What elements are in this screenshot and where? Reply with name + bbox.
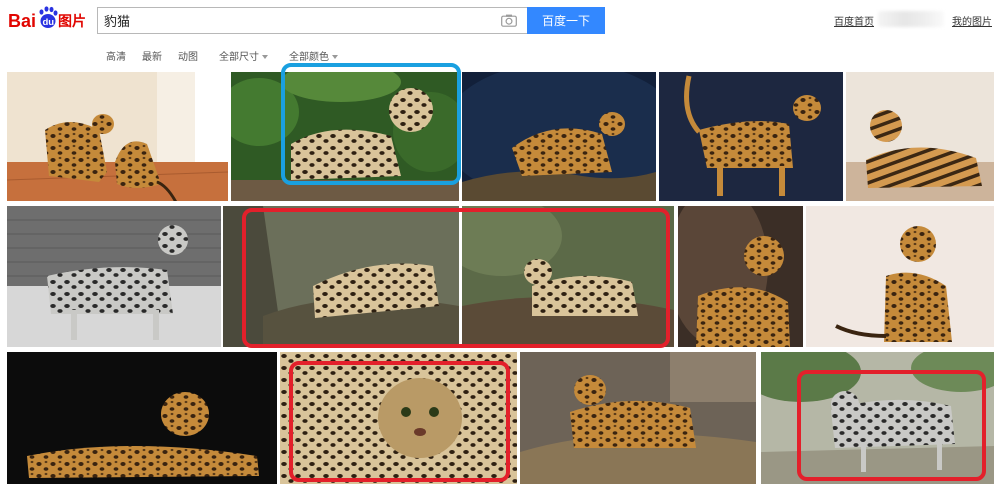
my-images-link[interactable]: 我的图片 [952, 13, 992, 28]
filter-label: 全部尺寸 [219, 52, 259, 63]
filter-color-dropdown[interactable]: 全部颜色 [289, 48, 338, 63]
search-input[interactable] [98, 8, 498, 33]
result-image-11[interactable] [7, 352, 277, 484]
filter-label: 高清 [106, 52, 126, 63]
chevron-down-icon [262, 55, 268, 59]
result-image-5[interactable] [846, 72, 994, 201]
result-image-6[interactable] [7, 206, 221, 347]
result-image-12[interactable] [280, 352, 517, 484]
user-avatar-blurred[interactable] [878, 11, 944, 27]
camera-icon[interactable] [501, 14, 517, 27]
baidu-home-link[interactable]: 百度首页 [834, 13, 874, 28]
search-button[interactable]: 百度一下 [527, 7, 605, 34]
result-image-4[interactable] [659, 72, 843, 201]
result-image-2[interactable] [231, 72, 459, 201]
baidu-image-logo[interactable]: Bai du 图片 [8, 4, 92, 36]
result-image-3[interactable] [462, 72, 656, 201]
filter-label: 全部颜色 [289, 52, 329, 63]
filter-latest[interactable]: 最新 [142, 48, 162, 63]
filter-size-dropdown[interactable]: 全部尺寸 [219, 48, 268, 63]
result-image-1[interactable] [7, 72, 228, 201]
result-image-9[interactable] [678, 206, 803, 347]
result-image-8[interactable] [462, 206, 674, 347]
logo-text-bai: Bai [8, 11, 36, 31]
result-image-13[interactable] [520, 352, 756, 484]
filter-label: 动图 [178, 52, 198, 63]
chevron-down-icon [332, 55, 338, 59]
result-image-7[interactable] [223, 206, 459, 347]
result-image-14[interactable] [761, 352, 994, 484]
search-box [97, 7, 527, 34]
filter-hd[interactable]: 高清 [106, 48, 126, 63]
result-image-10[interactable] [806, 206, 994, 347]
logo-text-tupian: 图片 [58, 13, 86, 30]
filter-label: 最新 [142, 52, 162, 63]
filter-animated[interactable]: 动图 [178, 48, 198, 63]
logo-text-du: du [43, 17, 55, 28]
